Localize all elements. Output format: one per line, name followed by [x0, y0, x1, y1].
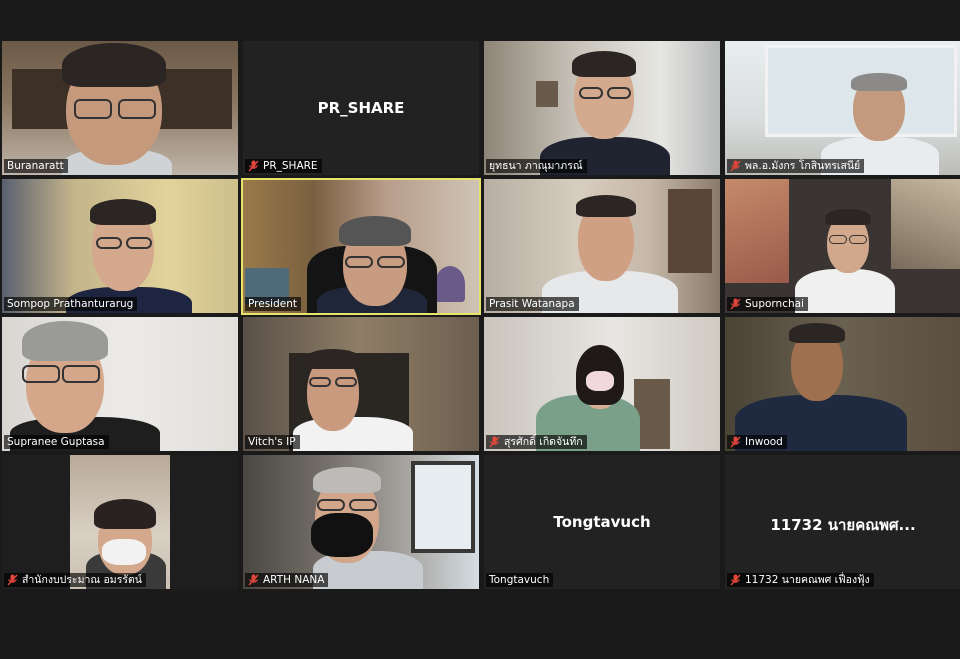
participant-name-label: Supornchai [727, 297, 808, 311]
participant-tile[interactable]: Prasit Watanapa [484, 179, 720, 313]
participant-name-label: ARTH NANA [245, 573, 329, 587]
microphone-muted-icon [489, 436, 500, 448]
microphone-muted-icon [248, 574, 259, 586]
microphone-muted-icon [730, 574, 741, 586]
participant-name-label: สุรศักดิ์ เกิดจันทึก [486, 435, 587, 449]
microphone-muted-icon [730, 436, 741, 448]
participant-name-label: President [245, 297, 301, 311]
participant-tile[interactable]: สำนักงบประมาณ อมรรัตน์ [2, 455, 238, 589]
participant-tile[interactable]: Supranee Guptasa [2, 317, 238, 451]
participant-name-label: สำนักงบประมาณ อมรรัตน์ [4, 573, 146, 587]
microphone-muted-icon [248, 160, 259, 172]
participant-tile[interactable]: ยุทธนา ภาณุมาภรณ์ [484, 41, 720, 175]
participant-tile[interactable]: 11732 นายคณพศ... 11732 นายคณพศ เฟื่องฟุ้… [725, 455, 960, 589]
participant-tile[interactable]: Tongtavuch Tongtavuch [484, 455, 720, 589]
participant-display-name: PR_SHARE [317, 99, 405, 117]
participant-name-label: Sompop Prathanturarug [4, 297, 138, 311]
participant-name-label: 11732 นายคณพศ เฟื่องฟุ้ง [727, 573, 874, 587]
participant-name-label: Prasit Watanapa [486, 297, 579, 311]
participant-name-label: ยุทธนา ภาณุมาภรณ์ [486, 159, 587, 173]
participant-tile[interactable]: PR_SHARE PR_SHARE [243, 41, 479, 175]
participant-display-name: 11732 นายคณพศ... [770, 516, 916, 534]
participant-tile[interactable]: Vitch's IP [243, 317, 479, 451]
participant-tile[interactable]: สุรศักดิ์ เกิดจันทึก [484, 317, 720, 451]
microphone-muted-icon [730, 160, 741, 172]
participant-display-name: Tongtavuch [553, 513, 651, 531]
participant-tile[interactable]: ARTH NANA [243, 455, 479, 589]
participant-name-label: Buranaratt [4, 159, 68, 173]
participant-name-label: PR_SHARE [245, 159, 322, 173]
microphone-muted-icon [730, 298, 741, 310]
participant-tile[interactable]: พล.อ.มังกร โกสินทรเสนีย์ [725, 41, 960, 175]
participant-tile-active-speaker[interactable]: President [241, 178, 481, 315]
participant-tile[interactable]: Supornchai [725, 179, 960, 313]
microphone-muted-icon [7, 574, 18, 586]
participant-name-label: Vitch's IP [245, 435, 300, 449]
participant-tile[interactable]: Buranaratt [2, 41, 238, 175]
participant-name-label: Inwood [727, 435, 787, 449]
participant-tile[interactable]: Inwood [725, 317, 960, 451]
participant-name-label: พล.อ.มังกร โกสินทรเสนีย์ [727, 159, 865, 173]
participant-name-label: Tongtavuch [486, 573, 554, 587]
participant-tile[interactable]: Sompop Prathanturarug [2, 179, 238, 313]
video-gallery: Buranaratt PR_SHARE PR_SHARE ยุทธนา ภาณุ… [0, 41, 960, 591]
participant-name-label: Supranee Guptasa [4, 435, 109, 449]
